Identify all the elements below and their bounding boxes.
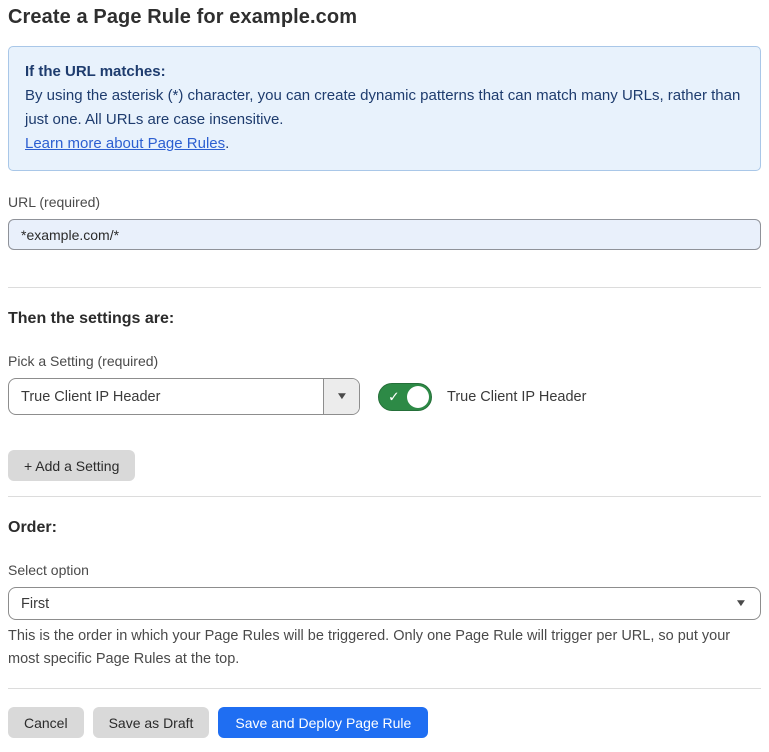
cancel-button[interactable]: Cancel [8, 707, 84, 738]
setting-dropdown-arrow-button[interactable]: ▼ [323, 379, 359, 414]
footer-actions: Cancel Save as Draft Save and Deploy Pag… [8, 707, 761, 738]
url-label: URL (required) [8, 194, 761, 210]
info-box-heading: If the URL matches: [25, 60, 744, 84]
true-client-ip-toggle[interactable]: ✓ [378, 383, 432, 411]
add-setting-button[interactable]: + Add a Setting [8, 450, 135, 481]
link-suffix: . [225, 135, 229, 152]
order-section-heading: Order: [8, 519, 761, 537]
info-box-body: By using the asterisk (*) character, you… [25, 84, 744, 132]
setting-dropdown[interactable]: True Client IP Header ▼ [8, 378, 360, 415]
save-deploy-button[interactable]: Save and Deploy Page Rule [218, 707, 428, 738]
select-option-label: Select option [8, 562, 761, 578]
divider [8, 287, 761, 288]
divider [8, 688, 761, 689]
save-draft-button[interactable]: Save as Draft [93, 707, 210, 738]
chevron-down-icon: ▼ [335, 391, 348, 402]
create-page-rule-form: Create a Page Rule for example.com If th… [0, 0, 769, 752]
chevron-down-icon: ▼ [734, 598, 747, 609]
page-title: Create a Page Rule for example.com [8, 6, 761, 29]
check-icon: ✓ [388, 389, 400, 403]
url-match-info-box: If the URL matches: By using the asteris… [8, 46, 761, 171]
setting-dropdown-value: True Client IP Header [9, 379, 323, 414]
info-box-link-line: Learn more about Page Rules. [25, 132, 744, 156]
setting-row: True Client IP Header ▼ ✓ True Client IP… [8, 378, 761, 415]
order-select-value: First [21, 596, 49, 612]
settings-section-heading: Then the settings are: [8, 310, 761, 328]
pick-setting-label: Pick a Setting (required) [8, 353, 761, 369]
learn-more-link[interactable]: Learn more about Page Rules [25, 135, 225, 152]
toggle-label: True Client IP Header [447, 389, 586, 405]
divider [8, 496, 761, 497]
order-help-text: This is the order in which your Page Rul… [8, 625, 761, 671]
url-input[interactable] [8, 219, 761, 250]
order-select[interactable]: First ▼ [8, 587, 761, 620]
toggle-knob [407, 386, 429, 408]
